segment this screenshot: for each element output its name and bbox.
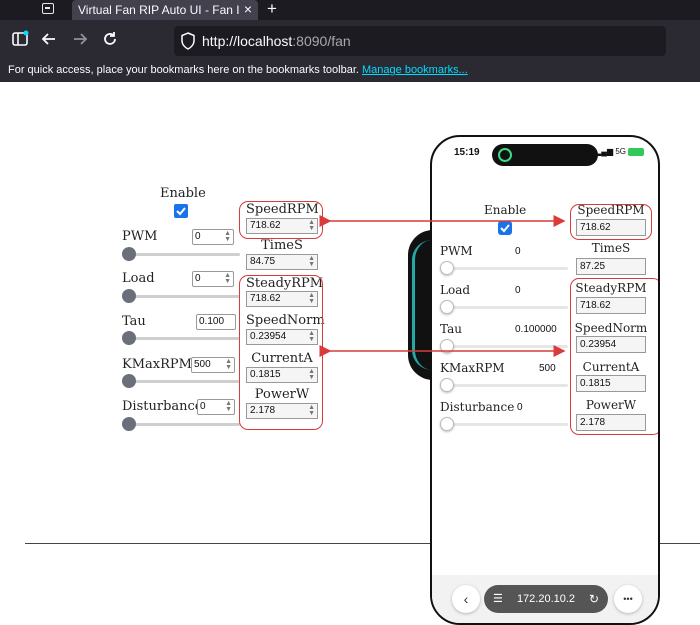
connector-arrows (319, 215, 566, 357)
